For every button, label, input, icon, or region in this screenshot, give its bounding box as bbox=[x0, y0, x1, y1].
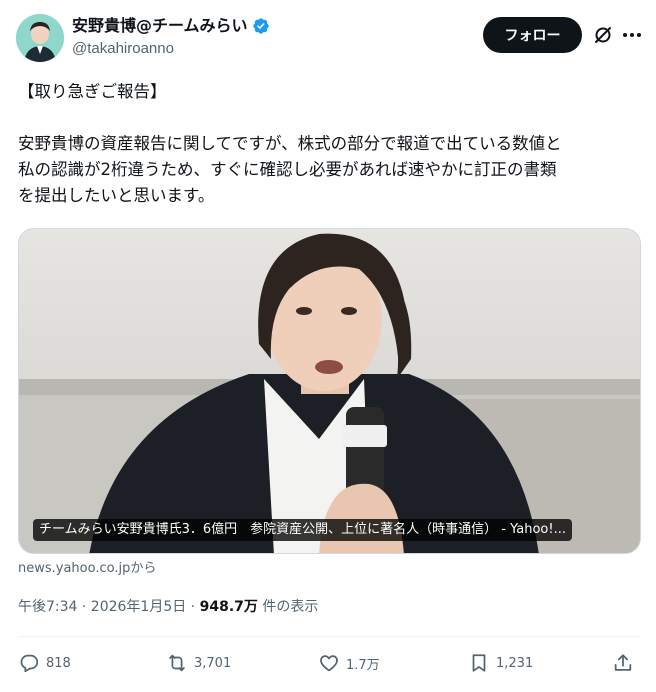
heart-icon bbox=[320, 655, 338, 672]
bookmark-button[interactable]: 1,231 bbox=[468, 648, 533, 678]
verified-badge-icon[interactable] bbox=[252, 17, 270, 35]
share-icon bbox=[614, 654, 632, 671]
link-card-image[interactable]: チームみらい安野貴博氏3．6億円 参院資産公開、上位に著名人（時事通信） - Y… bbox=[18, 228, 641, 554]
media-caption: チームみらい安野貴博氏3．6億円 参院資産公開、上位に著名人（時事通信） - Y… bbox=[33, 519, 572, 541]
repost-count: 3,701 bbox=[194, 655, 232, 671]
more-dots-icon[interactable] bbox=[620, 23, 644, 47]
bookmark-count: 1,231 bbox=[496, 655, 534, 671]
display-name-row[interactable]: 安野貴博@チームみらい bbox=[72, 16, 270, 36]
tweet-line: 私の認識が2桁違うため、すぐに確認し必要があれば速やかに訂正の書類 bbox=[18, 160, 557, 179]
reply-button[interactable]: 818 bbox=[18, 648, 71, 678]
divider bbox=[18, 636, 641, 637]
source-link[interactable]: news.yahoo.co.jpから bbox=[18, 560, 156, 578]
repost-button[interactable]: 3,701 bbox=[166, 648, 231, 678]
like-count: 1.7万 bbox=[346, 657, 380, 673]
tweet-line: 安野貴博の資産報告に関してですが、株式の部分で報道で出ている数値と bbox=[18, 134, 562, 153]
display-name[interactable]: 安野貴博@チームみらい bbox=[72, 16, 248, 36]
bookmark-icon bbox=[472, 654, 486, 672]
tweet-heading: 【取り急ぎご報告】 bbox=[18, 82, 167, 101]
views-label: 件の表示 bbox=[257, 599, 319, 615]
views-count: 948.7万 bbox=[199, 599, 258, 615]
like-button[interactable]: 1.7万 bbox=[318, 648, 380, 678]
news-photo bbox=[19, 229, 640, 553]
tweet-text: 【取り急ぎご報告】 安野貴博の資産報告に関してですが、株式の部分で報道で出ている… bbox=[18, 79, 642, 209]
follow-button[interactable]: フォロー bbox=[483, 17, 582, 53]
reply-icon bbox=[20, 654, 39, 673]
tweet-meta: 午後7:34 · 2026年1月5日 · 948.7万 件の表示 bbox=[18, 597, 318, 617]
repost-icon bbox=[169, 654, 185, 672]
tweet-header: 安野貴博@チームみらい @takahiroanno フォロー bbox=[16, 14, 641, 64]
handle[interactable]: @takahiroanno bbox=[72, 39, 270, 59]
timestamp[interactable]: 午後7:34 · 2026年1月5日 · bbox=[18, 599, 200, 615]
tweet-line: を提出したいと思います。 bbox=[18, 186, 215, 205]
share-button[interactable] bbox=[612, 648, 634, 678]
grok-slash-icon[interactable] bbox=[593, 25, 613, 45]
action-bar: 818 3,701 1.7万 1,231 bbox=[18, 648, 641, 678]
avatar[interactable] bbox=[16, 14, 64, 62]
reply-count: 818 bbox=[46, 655, 71, 671]
